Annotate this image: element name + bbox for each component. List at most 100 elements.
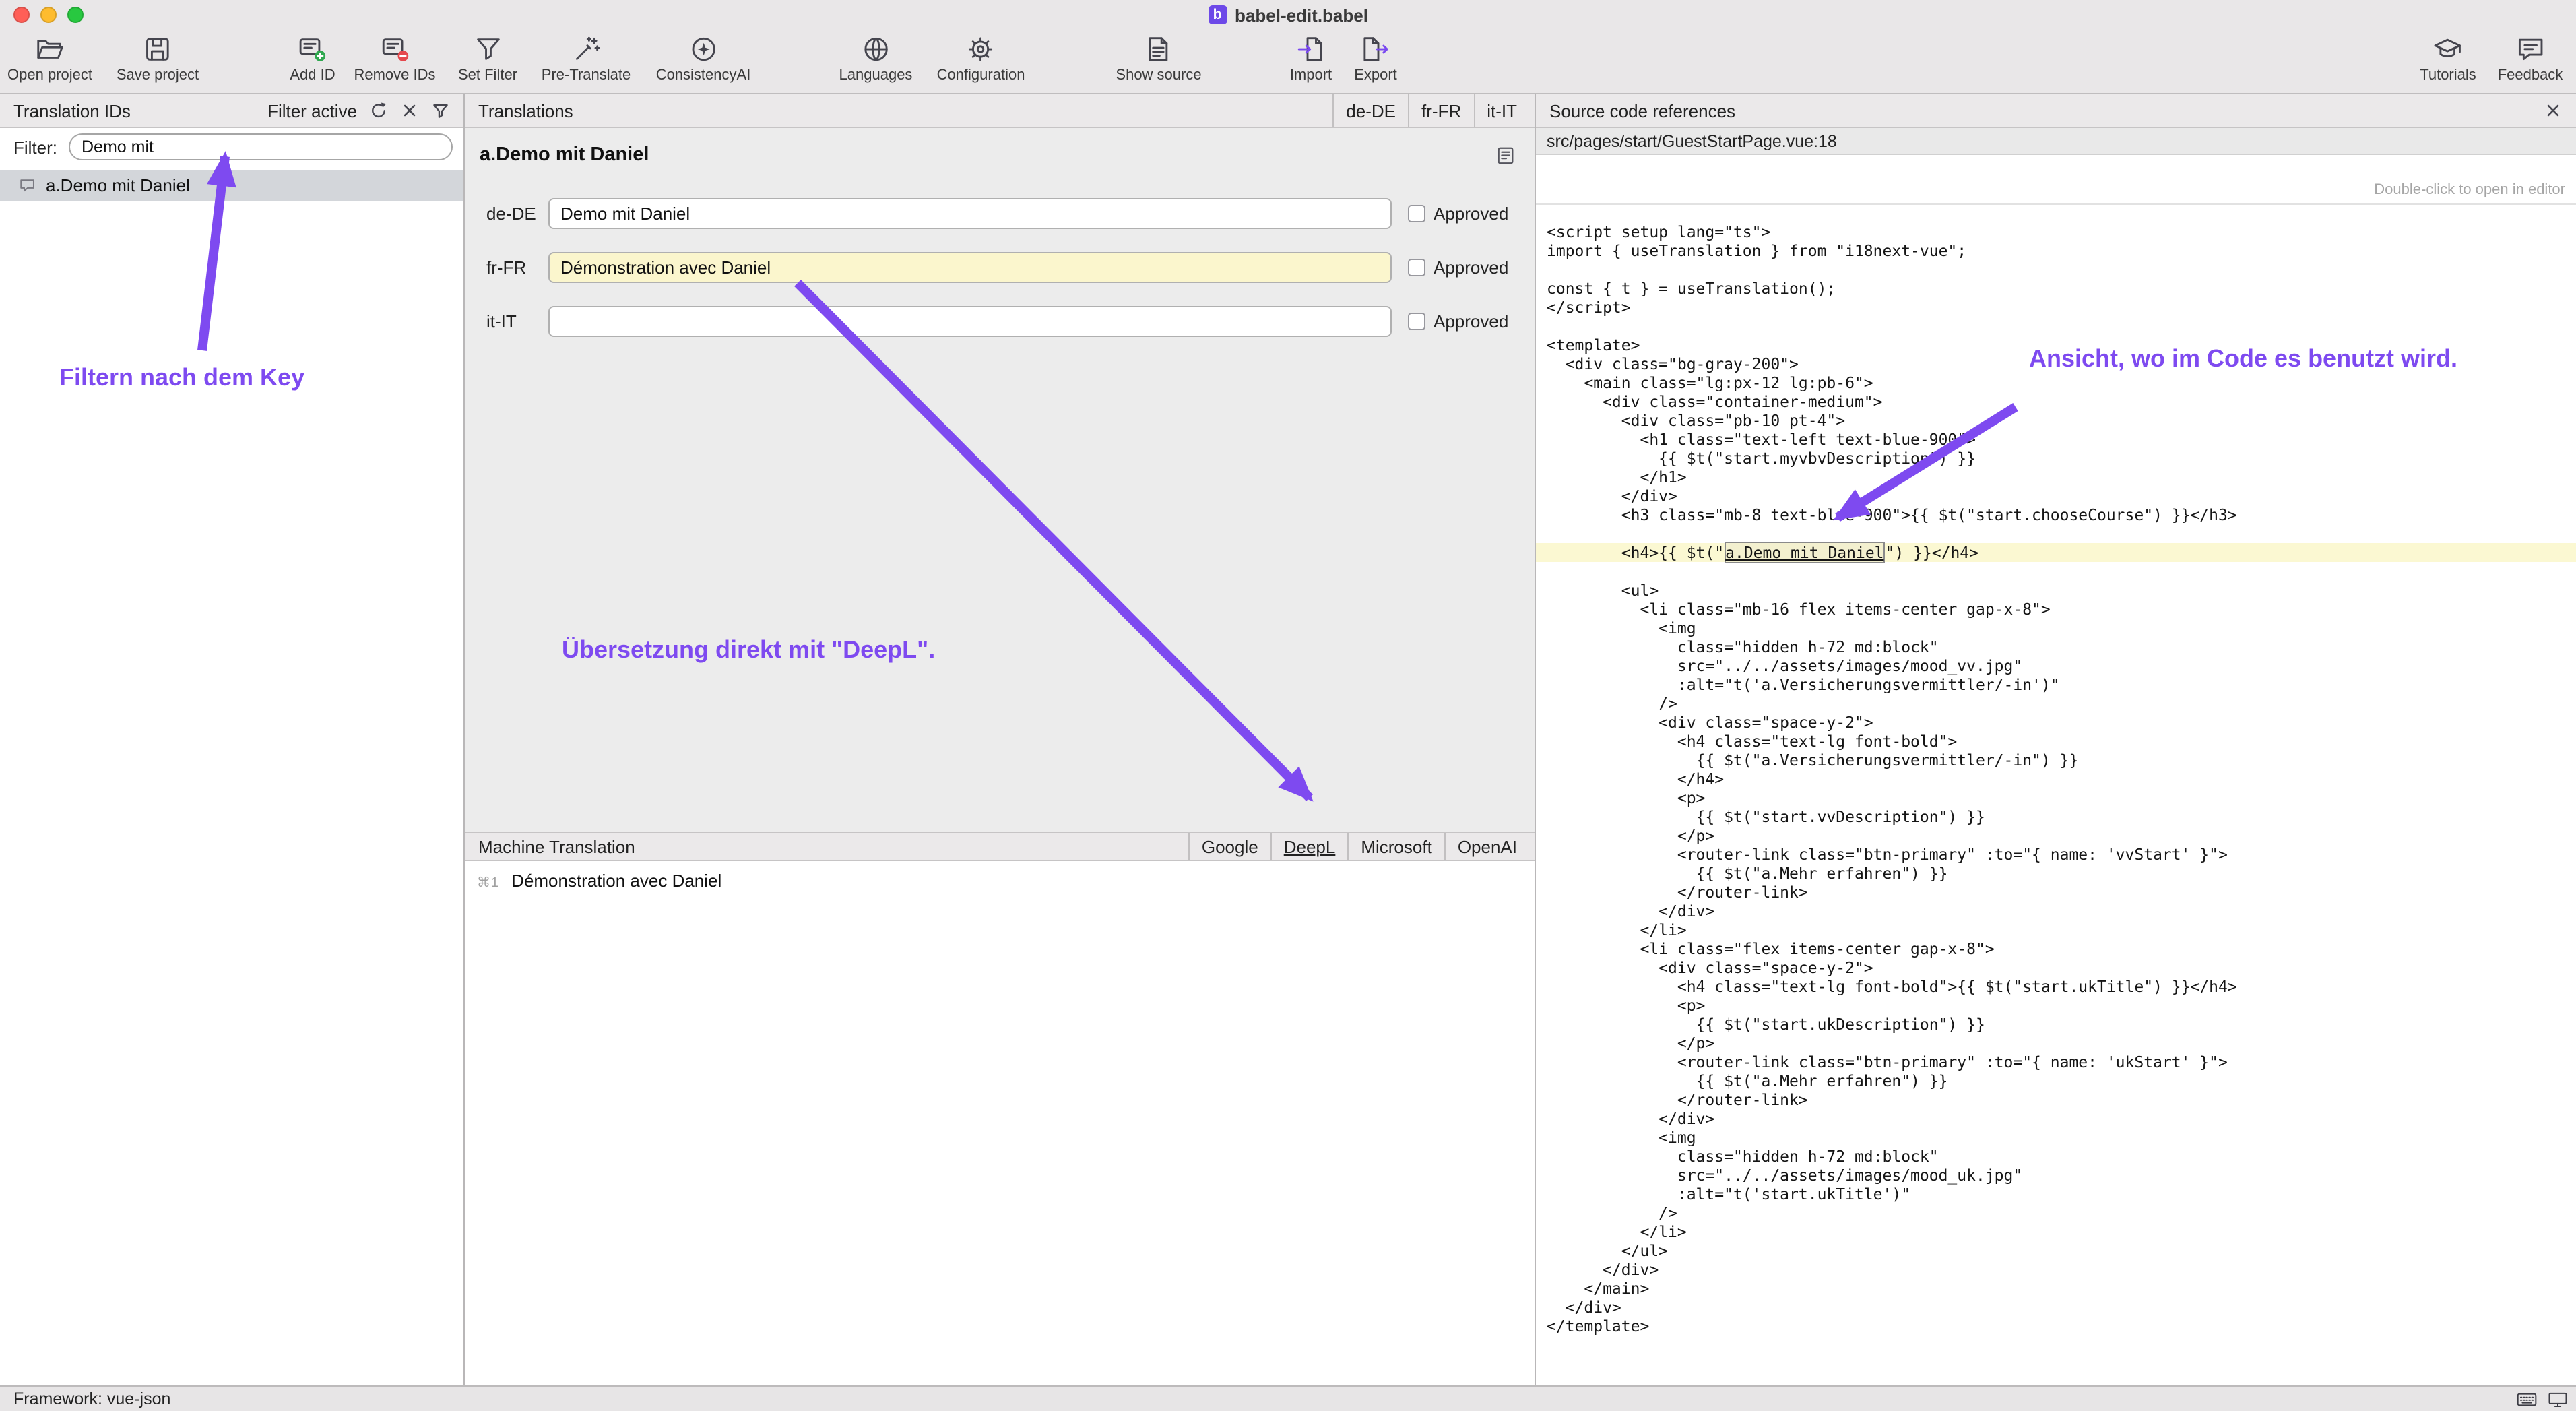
code-line: <router-link class="btn-primary" :to="{ … — [1547, 845, 2576, 864]
lang-tab-de-de[interactable]: de-DE — [1332, 94, 1408, 127]
code-line: <div class="container-medium"> — [1547, 392, 2576, 411]
filter-input[interactable] — [68, 133, 453, 160]
import-icon — [1295, 34, 1326, 65]
code-line: </li> — [1547, 920, 2576, 939]
translation-input-fr-fr[interactable] — [548, 252, 1392, 283]
mt-result-row[interactable]: ⌘1Démonstration avec Daniel — [477, 871, 721, 891]
code-line: {{ $t("start.ukDescription") }} — [1547, 1015, 2576, 1034]
code-line — [1547, 524, 2576, 543]
toolbar-label: ConsistencyAI — [656, 67, 751, 84]
close-panel-icon[interactable] — [2544, 101, 2563, 120]
toolbar-label: Open project — [7, 67, 92, 84]
language-tab-group: de-DEfr-FRit-IT — [1332, 94, 1529, 127]
code-line: <h4 class="text-lg font-bold">{{ $t("sta… — [1547, 977, 2576, 996]
main-area: Translation IDs Filter active Filter: a.… — [0, 94, 2576, 1385]
code-line: <div class="pb-10 pt-4"> — [1547, 411, 2576, 430]
keyboard-icon[interactable] — [2517, 1389, 2537, 1411]
toolbar-consistencyai[interactable]: ConsistencyAI — [656, 34, 751, 84]
comment-icon[interactable] — [1495, 145, 1516, 165]
toolbar-tutorials[interactable]: Tutorials — [2420, 34, 2476, 84]
code-line: <ul> — [1547, 581, 2576, 600]
code-line: <h4 class="text-lg font-bold"> — [1547, 732, 2576, 751]
code-line: class="hidden h-72 md:block" — [1547, 637, 2576, 656]
code-line: </li> — [1547, 1222, 2576, 1241]
code-line: <div class="space-y-2"> — [1547, 713, 2576, 732]
translation-id-item[interactable]: a.Demo mit Daniel — [0, 170, 463, 201]
toolbar-open-project[interactable]: Open project — [7, 34, 92, 84]
toolbar-show-source[interactable]: Show source — [1116, 34, 1201, 84]
toolbar-set-filter[interactable]: Set Filter — [458, 34, 517, 84]
toolbar-add-id[interactable]: Add ID — [290, 34, 335, 84]
code-line: {{ $t("a.Versicherungsvermittler/-in") }… — [1547, 751, 2576, 770]
save-icon — [142, 34, 173, 65]
code-line: </script> — [1547, 298, 2576, 317]
mt-provider-google[interactable]: Google — [1188, 833, 1270, 860]
window-title-text: babel-edit.babel — [1235, 5, 1368, 25]
machine-translation-results: ⌘1Démonstration avec Daniel — [465, 861, 1535, 1385]
traffic-lights — [13, 7, 84, 23]
source-references-panel: Source code references src/pages/start/G… — [1535, 94, 2576, 1385]
entry-title-row: a.Demo mit Daniel — [480, 144, 1516, 166]
code-line: <div class="space-y-2"> — [1547, 958, 2576, 977]
minimize-window-button[interactable] — [40, 7, 57, 23]
code-line: </div> — [1547, 1109, 2576, 1128]
toolbar-configuration[interactable]: Configuration — [937, 34, 1025, 84]
code-line: <router-link class="btn-primary" :to="{ … — [1547, 1053, 2576, 1071]
status-icons — [2517, 1389, 2568, 1411]
source-file-reference[interactable]: src/pages/start/GuestStartPage.vue:18 — [1536, 128, 2576, 155]
code-line: {{ $t("start.myvbvDescription") }} — [1547, 449, 2576, 468]
refresh-icon[interactable] — [369, 101, 388, 120]
window-title: b babel-edit.babel — [1208, 5, 1368, 25]
clear-filter-icon[interactable] — [400, 101, 419, 120]
toolbar-pre-translate[interactable]: Pre-Translate — [542, 34, 631, 84]
toolbar-save-project[interactable]: Save project — [117, 34, 199, 84]
toolbar-feedback[interactable]: Feedback — [2498, 34, 2563, 84]
filter-active-label: Filter active — [267, 100, 357, 121]
mt-provider-deepl[interactable]: DeepL — [1270, 833, 1348, 860]
zoom-window-button[interactable] — [67, 7, 84, 23]
filter-funnel-icon[interactable] — [431, 101, 450, 120]
code-line: </div> — [1547, 1260, 2576, 1279]
approved-checkbox-de-de[interactable] — [1408, 205, 1425, 222]
toolbar-label: Save project — [117, 67, 199, 84]
code-line: <h4>{{ $t("a.Demo mit Daniel") }}</h4> — [1536, 543, 2576, 562]
code-line: class="hidden h-72 md:block" — [1547, 1147, 2576, 1166]
source-references-header: Source code references — [1536, 94, 2576, 128]
code-line: <h3 class="mb-8 text-blue-900">{{ $t("st… — [1547, 505, 2576, 524]
code-line: const { t } = useTranslation(); — [1547, 279, 2576, 298]
lang-tab-fr-fr[interactable]: fr-FR — [1408, 94, 1473, 127]
lang-tab-it-it[interactable]: it-IT — [1473, 94, 1529, 127]
code-line: </h1> — [1547, 468, 2576, 487]
code-line: </p> — [1547, 826, 2576, 845]
translation-input-de-de[interactable] — [548, 198, 1392, 229]
toolbar-languages[interactable]: Languages — [839, 34, 913, 84]
translations-content: a.Demo mit Daniel de-DEApprovedfr-FRAppr… — [465, 128, 1535, 832]
code-line: </h4> — [1547, 770, 2576, 788]
mt-provider-microsoft[interactable]: Microsoft — [1347, 833, 1444, 860]
toolbar-remove-ids[interactable]: Remove IDs — [354, 34, 435, 84]
approved-checkbox-fr-fr[interactable] — [1408, 259, 1425, 276]
id-plus-icon — [297, 34, 328, 65]
code-line — [1547, 260, 2576, 279]
toolbar-export[interactable]: Export — [1354, 34, 1397, 84]
display-icon[interactable] — [2548, 1389, 2568, 1411]
translation-id-list: a.Demo mit Daniel — [0, 166, 463, 1385]
translations-title: Translations — [478, 100, 573, 121]
translation-row-it-it: it-ITApproved — [465, 306, 1535, 338]
mt-shortcut: ⌘1 — [477, 876, 499, 891]
code-line: import { useTranslation } from "i18next-… — [1547, 241, 2576, 260]
code-line: <img — [1547, 619, 2576, 637]
highlighted-translation-key[interactable]: a.Demo mit Daniel — [1724, 542, 1885, 563]
close-window-button[interactable] — [13, 7, 30, 23]
status-bar: Framework: vue-json — [0, 1385, 2576, 1411]
toolbar-import[interactable]: Import — [1290, 34, 1332, 84]
code-line: :alt="t('start.ukTitle')" — [1547, 1185, 2576, 1203]
translation-input-it-it[interactable] — [548, 306, 1392, 337]
consistency-icon — [688, 34, 719, 65]
code-line: src="../../assets/images/mood_uk.jpg" — [1547, 1166, 2576, 1185]
toolbar-label: Show source — [1116, 67, 1201, 84]
feedback-icon — [2515, 34, 2546, 65]
code-line: </router-link> — [1547, 1090, 2576, 1109]
mt-provider-openai[interactable]: OpenAI — [1444, 833, 1529, 860]
approved-checkbox-it-it[interactable] — [1408, 313, 1425, 330]
